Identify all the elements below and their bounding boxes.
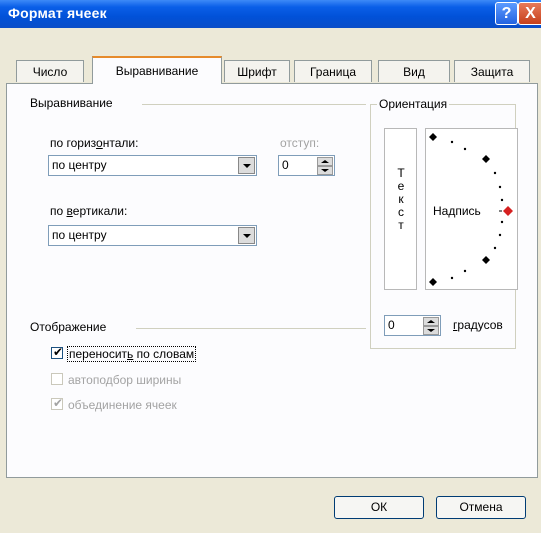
degrees-label: градусов — [453, 318, 503, 332]
dial-label: Надпись — [433, 204, 481, 218]
autofit-label: автоподбор ширины — [68, 373, 182, 387]
spin-down-icon[interactable] — [317, 166, 333, 175]
title-bar[interactable]: Формат ячеек ? X — [0, 0, 541, 28]
ok-button-label: ОК — [370, 500, 388, 514]
merge-cells-checkbox[interactable]: ✔ объединение ячеек — [50, 396, 250, 413]
display-group-title: Отображение — [30, 320, 107, 334]
horizontal-select[interactable]: по центру — [48, 155, 257, 176]
help-icon: ? — [501, 5, 512, 22]
chevron-down-icon[interactable] — [238, 157, 255, 174]
vertical-label: по вертикали: — [50, 204, 128, 218]
dial-marker-bottom — [429, 278, 437, 286]
orientation-dial[interactable]: Надпись — [425, 128, 518, 290]
spin-up-icon[interactable] — [423, 317, 439, 326]
tab-font[interactable]: Шрифт — [224, 60, 290, 82]
spin-up-icon[interactable] — [317, 157, 333, 166]
orientation-group-title: Ориентация — [377, 97, 450, 111]
tab-label: Граница — [309, 65, 357, 79]
dial-marker-active — [503, 206, 513, 216]
horizontal-label: по горизонтали: — [50, 136, 139, 150]
help-button[interactable]: ? — [495, 2, 518, 25]
indent-value: 0 — [282, 158, 289, 172]
window-title: Формат ячеек — [8, 5, 107, 21]
vertical-select[interactable]: по центру — [48, 225, 257, 246]
autofit-checkbox[interactable]: автоподбор ширины — [50, 372, 250, 388]
checkbox-box[interactable]: ✔ — [51, 396, 64, 410]
display-separator — [136, 328, 366, 329]
indent-spinner[interactable]: 0 — [278, 155, 335, 176]
indent-label: отступ: — [280, 136, 320, 150]
close-icon: X — [525, 5, 536, 22]
dial-marker-upper — [482, 155, 490, 163]
tab-protection[interactable]: Защита — [454, 60, 530, 82]
ok-button[interactable]: ОК — [334, 496, 424, 519]
dial-marker-lower — [482, 256, 490, 264]
wrap-text-checkbox[interactable]: ✔ переносить по словам — [50, 345, 250, 362]
alignment-group-title: Выравнивание — [30, 96, 113, 110]
vertical-value: по центру — [52, 228, 107, 242]
alignment-separator — [142, 104, 366, 105]
tab-number[interactable]: Число — [16, 60, 84, 82]
vertical-text: Т е к с т — [397, 166, 405, 232]
tab-alignment[interactable]: Выравнивание — [92, 56, 222, 84]
tab-label: Выравнивание — [115, 64, 199, 78]
tab-label: Шрифт — [237, 65, 277, 79]
horizontal-value: по центру — [52, 158, 107, 172]
merge-cells-label: объединение ячеек — [68, 398, 177, 412]
degrees-value: 0 — [388, 318, 395, 332]
dial-marker-top — [429, 133, 437, 141]
tab-label: Вид — [403, 65, 425, 79]
tab-label: Число — [32, 65, 68, 79]
cancel-button[interactable]: Отмена — [436, 496, 526, 519]
checkbox-box[interactable] — [51, 373, 63, 385]
degrees-spinner[interactable]: 0 — [384, 315, 441, 336]
checkmark-icon: ✔ — [53, 345, 64, 359]
wrap-text-label: переносить по словам — [67, 346, 197, 362]
checkmark-icon: ✔ — [53, 396, 64, 410]
checkbox-box[interactable]: ✔ — [51, 345, 64, 359]
tab-label: Защита — [470, 65, 514, 79]
chevron-down-icon[interactable] — [238, 227, 255, 244]
cancel-button-label: Отмена — [459, 500, 503, 514]
spin-down-icon[interactable] — [423, 326, 439, 335]
vertical-text-toggle[interactable]: Т е к с т — [384, 128, 417, 290]
tab-border[interactable]: Граница — [294, 60, 372, 82]
tab-view[interactable]: Вид — [378, 60, 450, 82]
close-button[interactable]: X — [518, 2, 541, 25]
